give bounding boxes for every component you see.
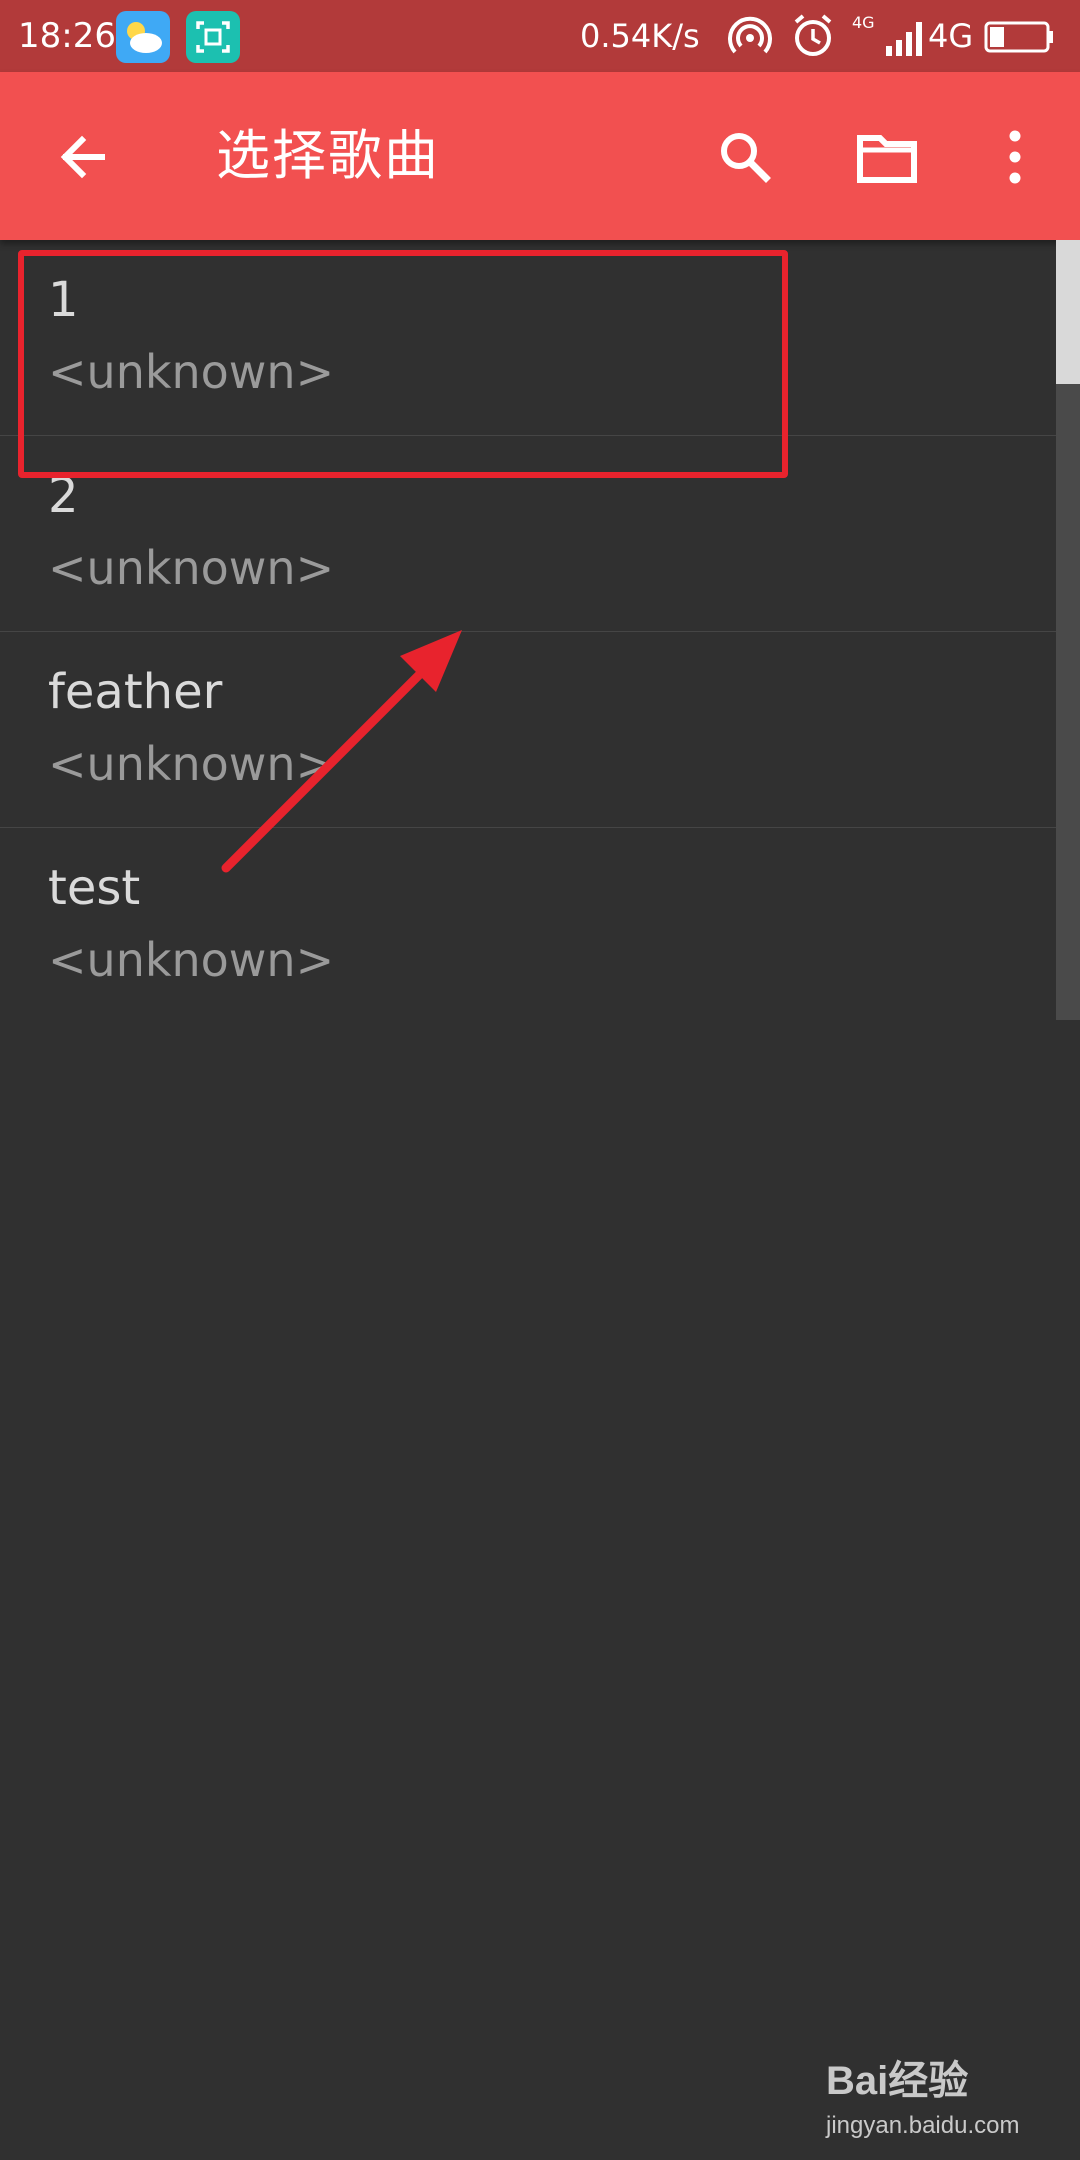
search-icon [721, 133, 771, 183]
network-type: 4G [928, 17, 974, 55]
weather-app-icon [116, 11, 170, 63]
status-bar: 18:26 0.54K/s 4G 4G [0, 0, 1080, 72]
folder-icon [857, 135, 917, 183]
watermark-url: jingyan.baidu.com [826, 2112, 1020, 2139]
hotspot-icon [728, 12, 772, 64]
song-list-item[interactable]: test <unknown> [0, 828, 1056, 1024]
more-vert-icon [1009, 130, 1021, 184]
alarm-icon [790, 12, 836, 64]
scanner-app-icon [186, 11, 240, 63]
watermark-brand: Bai经验 [826, 2059, 969, 2103]
back-button[interactable] [48, 122, 118, 192]
song-title: feather [48, 664, 223, 720]
folder-button[interactable] [852, 122, 922, 192]
battery-icon [984, 20, 1056, 58]
annotation-highlight-box [18, 250, 788, 478]
song-list-item[interactable]: feather <unknown> [0, 632, 1056, 828]
search-button[interactable] [710, 122, 780, 192]
app-bar: 选择歌曲 [0, 72, 1080, 240]
network-speed: 0.54K/s [580, 17, 700, 55]
song-artist: <unknown> [48, 541, 335, 595]
scrollbar-thumb[interactable] [1056, 240, 1080, 384]
watermark: Bai经验 jingyan.baidu.com [826, 2048, 1066, 2148]
page-title: 选择歌曲 [216, 124, 440, 187]
song-artist: <unknown> [48, 933, 335, 987]
status-time: 18:26 [18, 16, 116, 56]
song-artist: <unknown> [48, 737, 335, 791]
back-arrow-icon [60, 135, 105, 179]
song-title: test [48, 860, 141, 916]
small-network-label: 4G [852, 13, 875, 32]
more-options-button[interactable] [980, 122, 1050, 192]
signal-icon [884, 12, 930, 64]
